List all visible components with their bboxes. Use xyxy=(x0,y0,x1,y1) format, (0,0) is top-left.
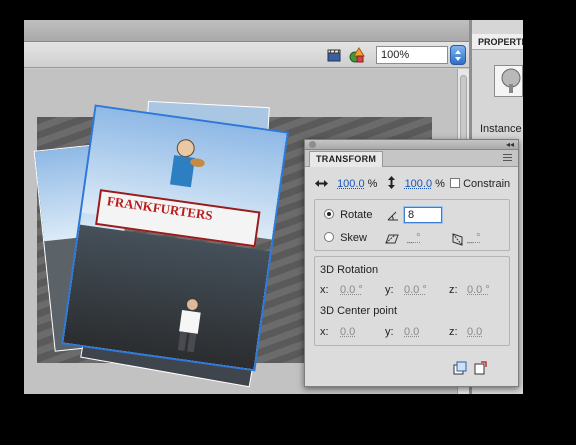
3d-center-title: 3D Center point xyxy=(320,305,398,317)
rotate-label: Rotate xyxy=(340,209,373,221)
instance-label: Instance xyxy=(480,123,522,135)
center-z-label: z: xyxy=(449,326,458,338)
skew-vertical-value[interactable]: _ ° xyxy=(467,232,481,244)
photo-selected[interactable]: FRANKFURTERS xyxy=(61,104,289,372)
constrain-checkbox[interactable] xyxy=(450,178,460,188)
skew-radio[interactable] xyxy=(324,232,334,242)
duplicate-and-transform-icon[interactable] xyxy=(453,361,468,375)
zoom-dropdown-button[interactable] xyxy=(450,45,466,65)
edit-bar: 100% xyxy=(24,42,469,68)
panel-header[interactable]: ◂◂ xyxy=(305,140,518,150)
tree-symbol-icon xyxy=(501,68,521,93)
zoom-field[interactable]: 100% xyxy=(376,46,448,64)
rot-x-value[interactable]: 0.0 ° xyxy=(340,284,363,296)
panel-menu-icon[interactable] xyxy=(501,152,513,163)
center-y-value[interactable]: 0.0 xyxy=(404,326,419,338)
skew-horizontal-icon xyxy=(385,234,399,244)
clapper-board-icon[interactable] xyxy=(326,47,342,63)
center-x-label: x: xyxy=(320,326,329,338)
panel-tabbar: TRANSFORM xyxy=(305,150,518,167)
close-icon[interactable] xyxy=(309,141,316,148)
rotate-angle-icon xyxy=(387,211,398,221)
shapes-icon[interactable] xyxy=(349,47,365,63)
scale-row: 100.0 % 100.0 % Constrain xyxy=(315,176,510,190)
rotate-radio[interactable] xyxy=(324,209,334,219)
rotate-input[interactable]: 8 xyxy=(404,207,442,223)
center-y-label: y: xyxy=(385,326,394,338)
3d-group: 3D Rotation x: 0.0 ° y: 0.0 ° z: 0.0 ° 3… xyxy=(314,256,510,346)
skew-label: Skew xyxy=(340,232,367,244)
center-x-value[interactable]: 0.0 xyxy=(340,326,355,338)
collapse-icon[interactable]: ◂◂ xyxy=(506,140,514,149)
skew-vertical-icon xyxy=(452,233,463,246)
chevron-down-icon xyxy=(455,57,461,61)
chevron-up-icon xyxy=(455,50,461,54)
3d-rotation-title: 3D Rotation xyxy=(320,264,379,276)
rotate-option[interactable]: Rotate xyxy=(324,209,372,221)
rot-z-value[interactable]: 0.0 ° xyxy=(467,284,490,296)
constrain-label: Constrain xyxy=(463,178,511,190)
scale-height-value[interactable]: 100.0 xyxy=(405,178,433,190)
rotate-skew-group: Rotate 8 Skew _ ° _ ° xyxy=(314,199,510,251)
rot-x-label: x: xyxy=(320,284,329,296)
skew-horizontal-value[interactable]: _ ° xyxy=(407,232,421,244)
scale-height-unit: % xyxy=(435,178,445,190)
window-titlebar xyxy=(24,20,469,42)
rot-z-label: z: xyxy=(449,284,458,296)
horizontal-scale-icon xyxy=(315,180,328,187)
center-z-value[interactable]: 0.0 xyxy=(467,326,482,338)
rot-y-value[interactable]: 0.0 ° xyxy=(404,284,427,296)
symbol-thumbnail xyxy=(494,65,523,97)
reset-transform-icon[interactable] xyxy=(473,361,488,375)
rot-y-label: y: xyxy=(385,284,394,296)
tab-transform[interactable]: TRANSFORM xyxy=(309,151,384,167)
scale-width-value[interactable]: 100.0 xyxy=(337,178,365,190)
skew-option[interactable]: Skew xyxy=(324,232,367,244)
scale-width-unit: % xyxy=(367,178,378,190)
transform-panel: ◂◂ TRANSFORM 100.0 % 100.0 % Constrain R… xyxy=(304,139,519,387)
vertical-scale-icon xyxy=(387,176,395,189)
properties-tab[interactable]: PROPERTIES xyxy=(472,34,523,50)
scrollbar-thumb[interactable] xyxy=(460,75,467,145)
